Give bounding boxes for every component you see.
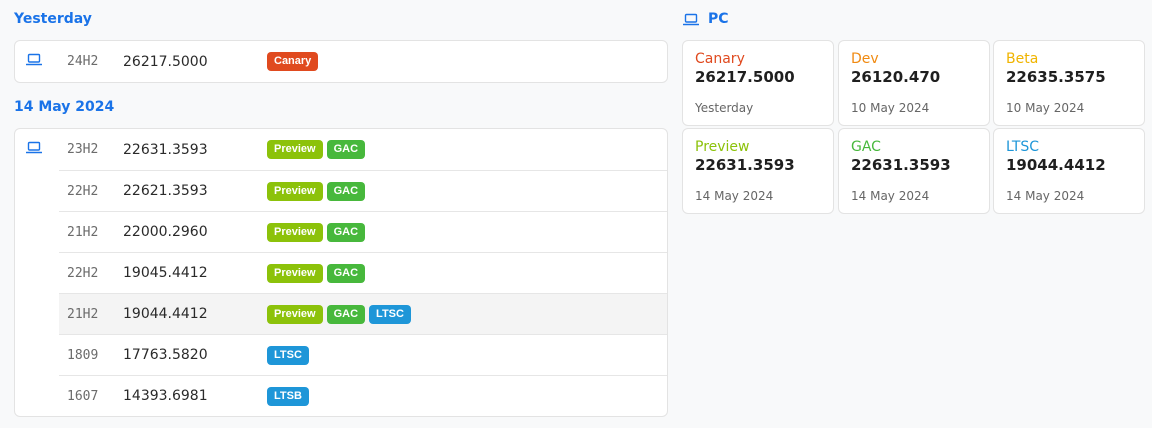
section-heading-yesterday: Yesterday [14,11,92,27]
release-card-14-may-2024: 23H2 22631.3593 Preview GAC 22H2 22621.3… [14,128,668,417]
release-row[interactable]: 23H2 22631.3593 Preview GAC [15,129,667,170]
pc-heading: PC [683,11,729,27]
badge-ltsb[interactable]: LTSB [267,386,309,406]
build-number: 19045.4412 [123,265,208,281]
build-number: 22621.3593 [123,183,208,199]
channel-name: Dev [851,51,879,67]
build-number: 26217.5000 [123,53,208,70]
badge-canary[interactable]: Canary [267,52,319,71]
build-number: 22000.2960 [123,224,208,240]
channel-date: 14 May 2024 [695,189,774,203]
release-card-yesterday: 24H2 26217.5000 Canary [14,40,668,83]
badge-gac[interactable]: GAC [326,140,366,159]
badge-gac[interactable]: GAC [326,181,366,201]
channel-build: 22631.3593 [695,156,795,174]
release-row[interactable]: 24H2 26217.5000 Canary [15,41,667,82]
release-row[interactable]: 21H2 22000.2960 Preview GAC [59,211,667,252]
channel-tile-beta[interactable]: Beta 22635.3575 10 May 2024 [993,40,1145,126]
badge-gac[interactable]: GAC [326,222,366,242]
badge-ltsc[interactable]: LTSC [267,345,309,365]
section-heading-14-may-2024: 14 May 2024 [14,99,115,115]
badge-preview[interactable]: Preview [267,140,323,159]
build-number: 19044.4412 [123,306,208,322]
channel-build: 19044.4412 [1006,156,1106,174]
channel-date: Yesterday [695,101,754,115]
version-label: 23H2 [67,142,99,157]
channel-build: 26120.470 [851,68,941,86]
channel-name: LTSC [1006,139,1040,155]
build-number: 14393.6981 [123,388,208,404]
version-label: 24H2 [67,54,99,69]
channel-date: 10 May 2024 [851,101,930,115]
badge-preview[interactable]: Preview [267,222,323,242]
version-label: 1607 [67,388,99,404]
channel-tile-canary[interactable]: Canary 26217.5000 Yesterday [682,40,834,126]
version-label: 21H2 [67,224,99,240]
channel-build: 22635.3575 [1006,68,1106,86]
badge-ltsc[interactable]: LTSC [369,304,411,324]
channel-build: 26217.5000 [695,68,795,86]
channel-date: 14 May 2024 [851,189,930,203]
badge-preview[interactable]: Preview [267,304,323,324]
channel-name: Canary [695,51,745,67]
channel-name: Beta [1006,51,1039,67]
channel-tile-gac[interactable]: GAC 22631.3593 14 May 2024 [838,128,990,214]
release-row[interactable]: 22H2 19045.4412 Preview GAC [59,252,667,293]
badge-gac[interactable]: GAC [326,304,366,324]
channel-date: 14 May 2024 [1006,189,1085,203]
badge-gac[interactable]: GAC [326,263,366,283]
build-number: 17763.5820 [123,347,208,363]
release-row[interactable]: 22H2 22621.3593 Preview GAC [59,170,667,211]
channel-tile-ltsc[interactable]: LTSC 19044.4412 14 May 2024 [993,128,1145,214]
version-label: 1809 [67,347,99,363]
pc-heading-label: PC [708,11,729,27]
version-label: 22H2 [67,183,99,199]
channel-name: GAC [851,139,881,155]
badge-preview[interactable]: Preview [267,181,323,201]
channel-tile-dev[interactable]: Dev 26120.470 10 May 2024 [838,40,990,126]
laptop-icon [26,53,42,66]
version-label: 21H2 [67,306,99,322]
release-row[interactable]: 1809 17763.5820 LTSC [59,334,667,375]
badge-preview[interactable]: Preview [267,263,323,283]
release-row[interactable]: 1607 14393.6981 LTSB [59,375,667,416]
channel-date: 10 May 2024 [1006,101,1085,115]
channel-tile-preview[interactable]: Preview 22631.3593 14 May 2024 [682,128,834,214]
channel-name: Preview [695,139,750,155]
laptop-icon [26,141,42,154]
release-row[interactable]: 21H2 19044.4412 Preview GAC LTSC [59,293,667,334]
channel-build: 22631.3593 [851,156,951,174]
build-number: 22631.3593 [123,141,208,158]
version-label: 22H2 [67,265,99,281]
laptop-icon [683,13,699,25]
